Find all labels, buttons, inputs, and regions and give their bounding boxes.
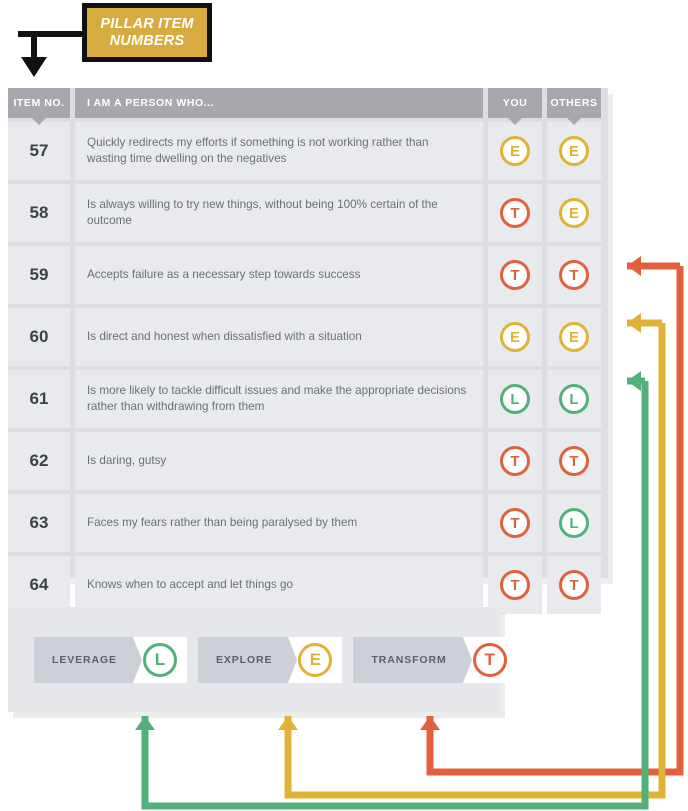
- legend-chip-T: TRANSFORM T: [353, 636, 517, 683]
- table-row: 64 Knows when to accept and let things go…: [8, 556, 601, 614]
- badge-you: E: [500, 136, 530, 166]
- legend-badge: T: [472, 642, 507, 677]
- callout-line-2: NUMBERS: [109, 32, 185, 49]
- cell-statement: Knows when to accept and let things go: [75, 556, 483, 614]
- badge-you: T: [500, 198, 530, 228]
- cell-item-no: 64: [8, 556, 70, 614]
- badge-others: T: [559, 570, 589, 600]
- cell-item-no: 61: [8, 370, 70, 428]
- badge-others: E: [559, 322, 589, 352]
- cell-others: L: [547, 370, 601, 428]
- badge-others: E: [559, 198, 589, 228]
- cell-you: T: [488, 494, 542, 552]
- badge-you: L: [500, 384, 530, 414]
- cell-others: E: [547, 308, 601, 366]
- table-row: 63 Faces my fears rather than being paral…: [8, 494, 601, 552]
- cell-statement: Is more likely to tackle difficult issue…: [75, 370, 483, 428]
- cell-statement: Is always willing to try new things, wit…: [75, 184, 483, 242]
- cell-others: T: [547, 556, 601, 614]
- cell-item-no: 59: [8, 246, 70, 304]
- column-header-item-no: ITEM NO.: [8, 88, 70, 118]
- cell-statement: Faces my fears rather than being paralys…: [75, 494, 483, 552]
- cell-item-no: 57: [8, 122, 70, 180]
- table-body: 57 Quickly redirects my efforts if someth…: [8, 122, 601, 614]
- cell-item-no: 63: [8, 494, 70, 552]
- table-row: 62 Is daring, gutsy T T: [8, 432, 601, 490]
- table-row: 60 Is direct and honest when dissatisfied…: [8, 308, 601, 366]
- cell-item-no: 58: [8, 184, 70, 242]
- badge-you: T: [500, 260, 530, 290]
- pillar-items-table: ITEM NO. I AM A PERSON WHO... YOU OTHERS…: [8, 88, 608, 614]
- cell-statement: Is daring, gutsy: [75, 432, 483, 490]
- cell-you: T: [488, 432, 542, 490]
- cell-others: E: [547, 122, 601, 180]
- column-header-others: OTHERS: [547, 88, 601, 118]
- table-row: 58 Is always willing to try new things, w…: [8, 184, 601, 242]
- pillar-item-numbers-callout: PILLAR ITEM NUMBERS: [82, 3, 212, 62]
- legend-chip-E: EXPLORE E: [197, 636, 343, 683]
- table-row: 59 Accepts failure as a necessary step to…: [8, 246, 601, 304]
- cell-you: E: [488, 308, 542, 366]
- legend-badge: E: [298, 642, 333, 677]
- legend-label: LEVERAGE: [34, 636, 142, 683]
- cell-item-no: 60: [8, 308, 70, 366]
- badge-you: T: [500, 446, 530, 476]
- callout-pointer-vertical: [31, 31, 37, 60]
- cell-you: T: [488, 246, 542, 304]
- cell-statement: Quickly redirects my efforts if somethin…: [75, 122, 483, 180]
- legend-badge: L: [142, 642, 177, 677]
- cell-others: T: [547, 432, 601, 490]
- column-header-you: YOU: [488, 88, 542, 118]
- callout-pointer-horizontal: [18, 31, 86, 37]
- badge-others: L: [559, 384, 589, 414]
- badge-you: T: [500, 570, 530, 600]
- callout-line-1: PILLAR ITEM: [100, 15, 194, 32]
- cell-others: T: [547, 246, 601, 304]
- cell-statement: Is direct and honest when dissatisfied w…: [75, 308, 483, 366]
- callout-arrow-head-icon: [21, 57, 47, 77]
- table-header-row: ITEM NO. I AM A PERSON WHO... YOU OTHERS: [8, 88, 601, 118]
- table-row: 61 Is more likely to tackle difficult iss…: [8, 370, 601, 428]
- cell-statement: Accepts failure as a necessary step towa…: [75, 246, 483, 304]
- callout-label: PILLAR ITEM NUMBERS: [100, 16, 193, 50]
- cell-others: E: [547, 184, 601, 242]
- badge-others: L: [559, 508, 589, 538]
- badge-others: T: [559, 260, 589, 290]
- legend-label: EXPLORE: [197, 636, 298, 683]
- pillar-legend: LEVERAGE L EXPLORE E TRANSFORM T: [8, 607, 517, 712]
- legend-label: TRANSFORM: [353, 636, 472, 683]
- legend-chip-L: LEVERAGE L: [34, 636, 187, 683]
- cell-you: T: [488, 184, 542, 242]
- badge-others: T: [559, 446, 589, 476]
- cell-you: E: [488, 122, 542, 180]
- cell-you: T: [488, 556, 542, 614]
- table-row: 57 Quickly redirects my efforts if someth…: [8, 122, 601, 180]
- cell-you: L: [488, 370, 542, 428]
- badge-you: E: [500, 322, 530, 352]
- badge-you: T: [500, 508, 530, 538]
- cell-others: L: [547, 494, 601, 552]
- column-header-statement: I AM A PERSON WHO...: [75, 88, 483, 118]
- cell-item-no: 62: [8, 432, 70, 490]
- badge-others: E: [559, 136, 589, 166]
